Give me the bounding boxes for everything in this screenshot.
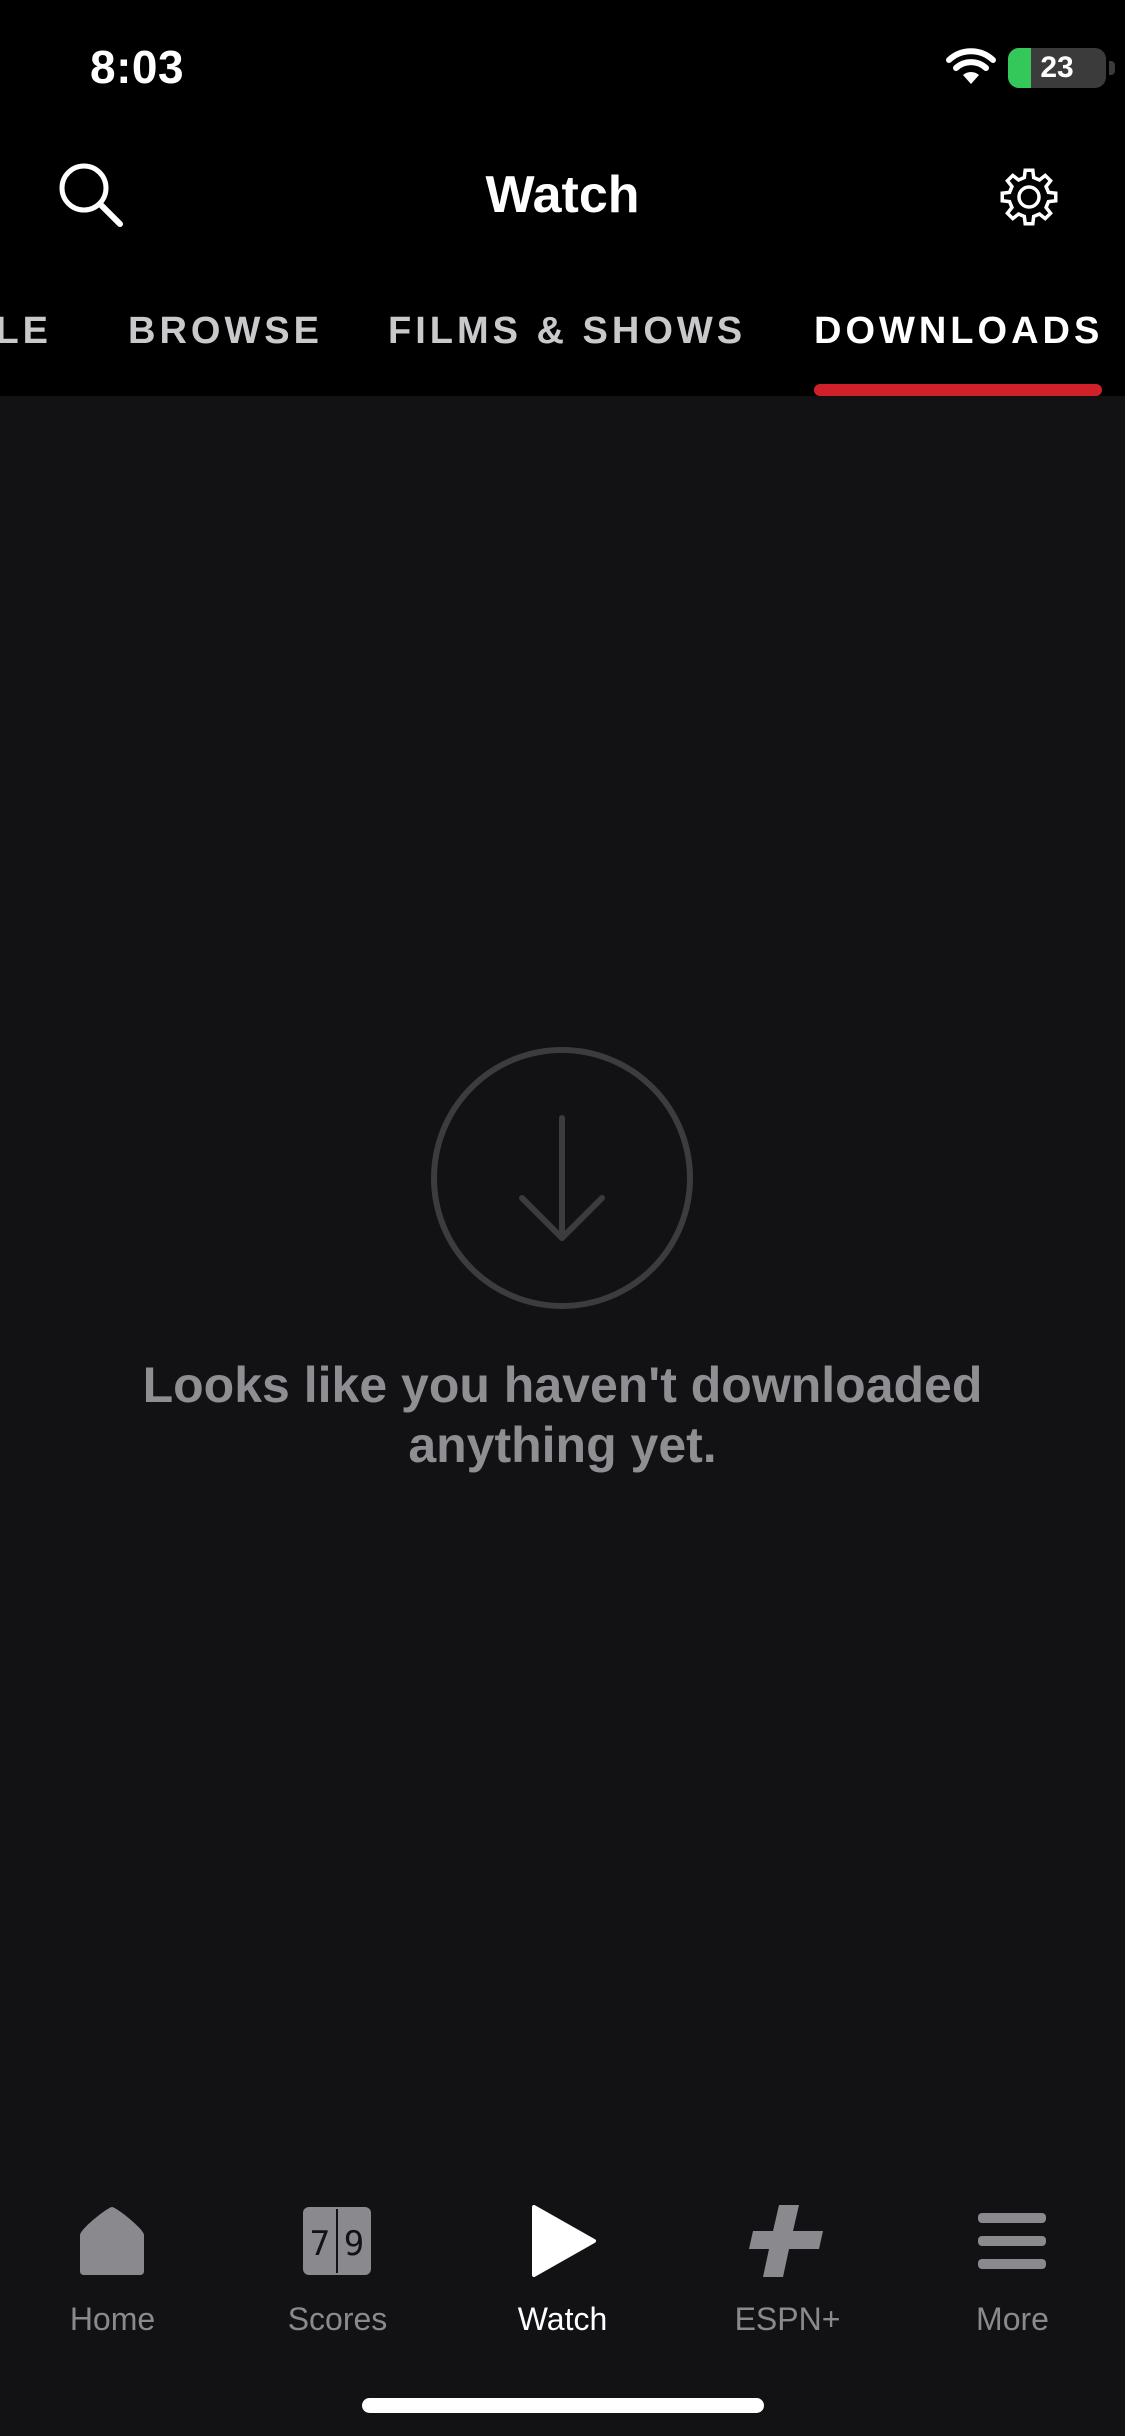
tab-strip: LE BROWSE FILMS & SHOWS DOWNLOADS	[0, 300, 1125, 396]
empty-state-message: Looks like you haven't downloaded anythi…	[142, 1357, 983, 1473]
tab-bar-scores-label: Scores	[287, 2301, 388, 2337]
tab-browse[interactable]: BROWSE	[128, 310, 323, 353]
battery-level: 23	[1040, 51, 1074, 84]
home-indicator	[362, 2398, 764, 2413]
scores-digit-right: 9	[344, 2224, 364, 2264]
espn-plus-icon	[749, 2205, 823, 2277]
active-tab-indicator	[814, 384, 1102, 396]
scores-digit-left: 7	[310, 2224, 330, 2264]
tab-bar-more-label: More	[976, 2301, 1049, 2337]
top-bar: 8:03 23 Watch LE BROWSE FILMS & SHOWS DO	[0, 0, 1125, 396]
tab-bar-espn-plus[interactable]: ESPN+	[675, 2201, 900, 2361]
tab-bar-home-label: Home	[69, 2301, 156, 2337]
tab-live[interactable]: LE	[0, 310, 52, 353]
status-time: 8:03	[90, 41, 185, 93]
tab-bar-watch[interactable]: Watch	[450, 2201, 675, 2361]
tab-bar-watch-label: Watch	[517, 2301, 608, 2337]
tab-bar-scores[interactable]: 7 9 Scores	[225, 2201, 450, 2361]
scores-icon: 7 9	[303, 2207, 371, 2275]
home-icon	[80, 2207, 144, 2275]
tab-films-shows[interactable]: FILMS & SHOWS	[388, 310, 746, 353]
download-icon	[431, 1047, 693, 1309]
wifi-icon	[946, 48, 996, 84]
settings-button[interactable]	[994, 162, 1064, 232]
tab-downloads[interactable]: DOWNLOADS	[814, 310, 1103, 353]
play-icon	[532, 2205, 596, 2277]
tab-bar-home[interactable]: Home	[0, 2201, 225, 2361]
tab-bar-espn-plus-label: ESPN+	[734, 2301, 841, 2337]
gear-icon	[1000, 168, 1058, 226]
battery-indicator: 23	[1008, 48, 1120, 88]
menu-icon	[978, 2213, 1046, 2269]
page-title: Watch	[485, 166, 640, 224]
tab-bar-more[interactable]: More	[900, 2201, 1125, 2361]
